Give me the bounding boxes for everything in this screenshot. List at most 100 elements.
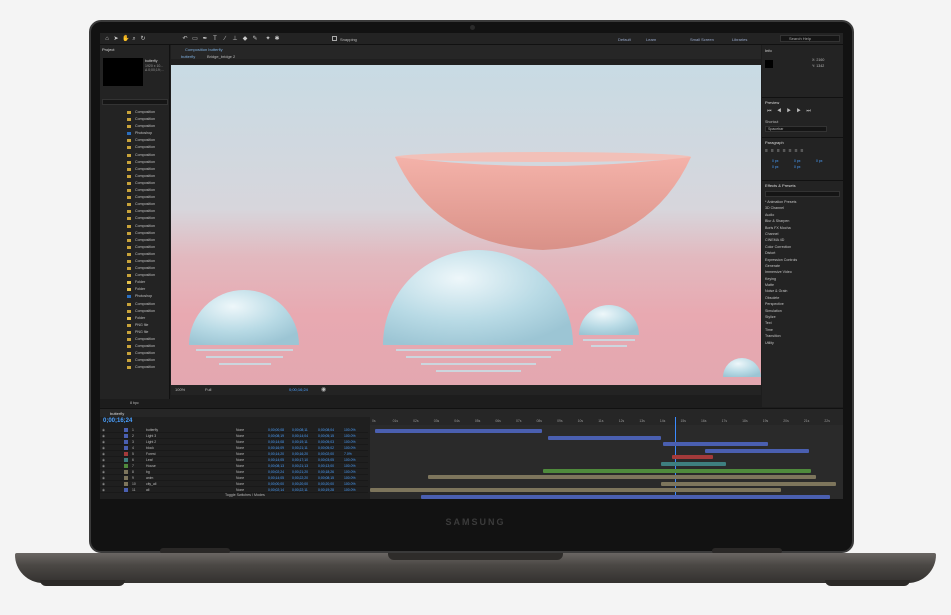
project-list-item[interactable]: Composition	[100, 173, 170, 180]
selection-tool-icon[interactable]: ➤	[113, 36, 119, 42]
layer-duration-bar[interactable]	[370, 488, 782, 493]
project-list-item[interactable]: Composition	[100, 137, 170, 144]
project-list-item[interactable]: Composition	[100, 123, 170, 130]
para-space-after[interactable]: 0 px	[794, 165, 800, 169]
project-list-item[interactable]: Composition	[100, 159, 170, 166]
hand-tool-icon[interactable]: ✋	[122, 36, 129, 42]
layer-duration-bar[interactable]	[427, 475, 816, 480]
workspace-default[interactable]: Default	[618, 37, 631, 42]
zoom-tool-icon[interactable]: ⌕	[131, 36, 137, 42]
ruler-tick-label: 0s	[372, 419, 376, 423]
project-list-item[interactable]: Folder	[100, 279, 170, 286]
workspace-small-screen[interactable]: Small Screen	[690, 37, 714, 42]
search-help-input[interactable]: Search Help	[780, 35, 840, 42]
clone-tool-icon[interactable]: ⊥	[232, 36, 238, 42]
type-tool-icon[interactable]: T	[212, 36, 218, 42]
layer-duration-bar[interactable]	[661, 462, 727, 466]
layer-duration-bar[interactable]	[375, 429, 543, 433]
project-list-item[interactable]: Composition	[100, 258, 170, 265]
project-list-item[interactable]: Composition	[100, 194, 170, 201]
project-list-item[interactable]: Composition	[100, 109, 170, 116]
layer-duration-bar[interactable]	[547, 435, 661, 440]
project-list-item[interactable]: PNG file	[100, 329, 170, 336]
effects-search-input[interactable]	[765, 191, 840, 197]
project-list-item[interactable]: PNG file	[100, 322, 170, 329]
rectangle-tool-icon[interactable]: ▭	[192, 36, 198, 42]
layer-duration-bar[interactable]	[543, 468, 811, 473]
layer-duration-bar[interactable]	[663, 442, 769, 447]
effects-category[interactable]: Utility	[765, 340, 841, 346]
para-indent-left[interactable]: 0 px	[772, 159, 778, 163]
layer-name[interactable]: all	[146, 487, 149, 493]
project-list-item[interactable]: Composition	[100, 272, 170, 279]
composition-viewer[interactable]	[171, 65, 761, 385]
project-list-item[interactable]: Composition	[100, 265, 170, 272]
visibility-eye-icon[interactable]: ◉	[102, 487, 105, 493]
time-ruler[interactable]: 0s 01s 02s 03s 04s 05s 06s 07s 08s 09s 10s 11s 12s 13…	[370, 417, 843, 425]
layer-duration-bar[interactable]	[671, 455, 713, 460]
project-list-item[interactable]: Composition	[100, 215, 170, 222]
project-list-item[interactable]: Composition	[100, 144, 170, 151]
undo-icon[interactable]: ↶	[182, 36, 188, 42]
project-list-item[interactable]: Composition	[100, 301, 170, 308]
project-list-item[interactable]: Composition	[100, 343, 170, 350]
snapshot-icon[interactable]: ◉	[321, 385, 326, 395]
pin-tool-icon[interactable]: ✱	[274, 36, 280, 42]
layer-duration-bar[interactable]	[420, 495, 830, 499]
project-list-item[interactable]: Composition	[100, 308, 170, 315]
project-list-item[interactable]: Folder	[100, 286, 170, 293]
timeline-comp-tab[interactable]: butterfly	[110, 411, 124, 416]
project-list-item[interactable]: Composition	[100, 116, 170, 123]
project-list-item[interactable]: Composition	[100, 364, 170, 371]
project-list-item[interactable]: Photoshop	[100, 293, 170, 300]
project-search-input[interactable]	[102, 99, 168, 105]
para-space-before[interactable]: 0 px	[772, 165, 778, 169]
timeline-tracks[interactable]: 0s 01s 02s 03s 04s 05s 06s 07s 08s 09s 10s 11s 12s 13…	[370, 417, 843, 499]
rotate-tool-icon[interactable]: ↻	[140, 36, 146, 42]
eraser-tool-icon[interactable]: ◆	[242, 36, 248, 42]
project-list-item[interactable]: Composition	[100, 230, 170, 237]
toggle-switches-modes[interactable]: Toggle Switches / Modes	[225, 493, 265, 497]
workspace-libraries[interactable]: Libraries	[732, 37, 747, 42]
roto-tool-icon[interactable]: ✎	[252, 36, 258, 42]
project-list-item[interactable]: Composition	[100, 350, 170, 357]
project-list-item[interactable]: Composition	[100, 357, 170, 364]
layer-duration-bar[interactable]	[661, 481, 837, 486]
project-list-item[interactable]: Folder	[100, 315, 170, 322]
project-list-item[interactable]: Composition	[100, 336, 170, 343]
project-list-item[interactable]: Composition	[100, 237, 170, 244]
viewer-timecode[interactable]: 0;00;16;24	[289, 385, 308, 395]
para-indent-first[interactable]: 0 px	[816, 159, 822, 163]
subtab-butterfly[interactable]: butterfly	[181, 54, 195, 59]
zoom-dropdown[interactable]: 100%	[175, 385, 185, 395]
pen-tool-icon[interactable]: ✒	[202, 36, 208, 42]
brand-logo: SAMSUNG	[445, 517, 506, 527]
project-list-item[interactable]: Composition	[100, 244, 170, 251]
timeline-timecode[interactable]: 0;00;16;24	[103, 418, 132, 424]
project-list-item[interactable]: Photoshop	[100, 130, 170, 137]
project-list-item[interactable]: Composition	[100, 201, 170, 208]
project-list-item[interactable]: Composition	[100, 223, 170, 230]
project-list-item[interactable]: Composition	[100, 187, 170, 194]
label-color-icon	[127, 316, 131, 320]
puppet-tool-icon[interactable]: ✦	[265, 36, 271, 42]
workspace-learn[interactable]: Learn	[646, 37, 656, 42]
preview-playback-controls[interactable]: ⏮ ◀ ▶ ▶ ⏭	[767, 108, 813, 114]
home-icon[interactable]: ⌂	[104, 36, 110, 42]
subtab-bridge[interactable]: Bridge_bridge 2	[207, 54, 235, 59]
project-list-item[interactable]: Composition	[100, 251, 170, 258]
brush-tool-icon[interactable]: ∕	[222, 36, 228, 42]
project-list-item[interactable]: Composition	[100, 180, 170, 187]
project-list-item[interactable]: Composition	[100, 208, 170, 215]
label-color-icon	[127, 139, 131, 143]
para-indent-right[interactable]: 0 px	[794, 159, 800, 163]
project-list-item[interactable]: Composition	[100, 152, 170, 159]
project-list-item[interactable]: Composition	[100, 166, 170, 173]
shortcut-dropdown[interactable]: Spacebar	[765, 126, 827, 132]
tab-composition[interactable]: Composition butterfly	[185, 47, 223, 52]
paragraph-align-buttons[interactable]: ≡≡≡≡≡≡≡	[765, 148, 806, 154]
quality-dropdown[interactable]: Full	[205, 385, 211, 395]
layer-duration-bar[interactable]	[705, 448, 810, 453]
snapping-checkbox[interactable]	[332, 36, 337, 41]
bpc-label[interactable]: 8 bpc	[130, 401, 139, 405]
